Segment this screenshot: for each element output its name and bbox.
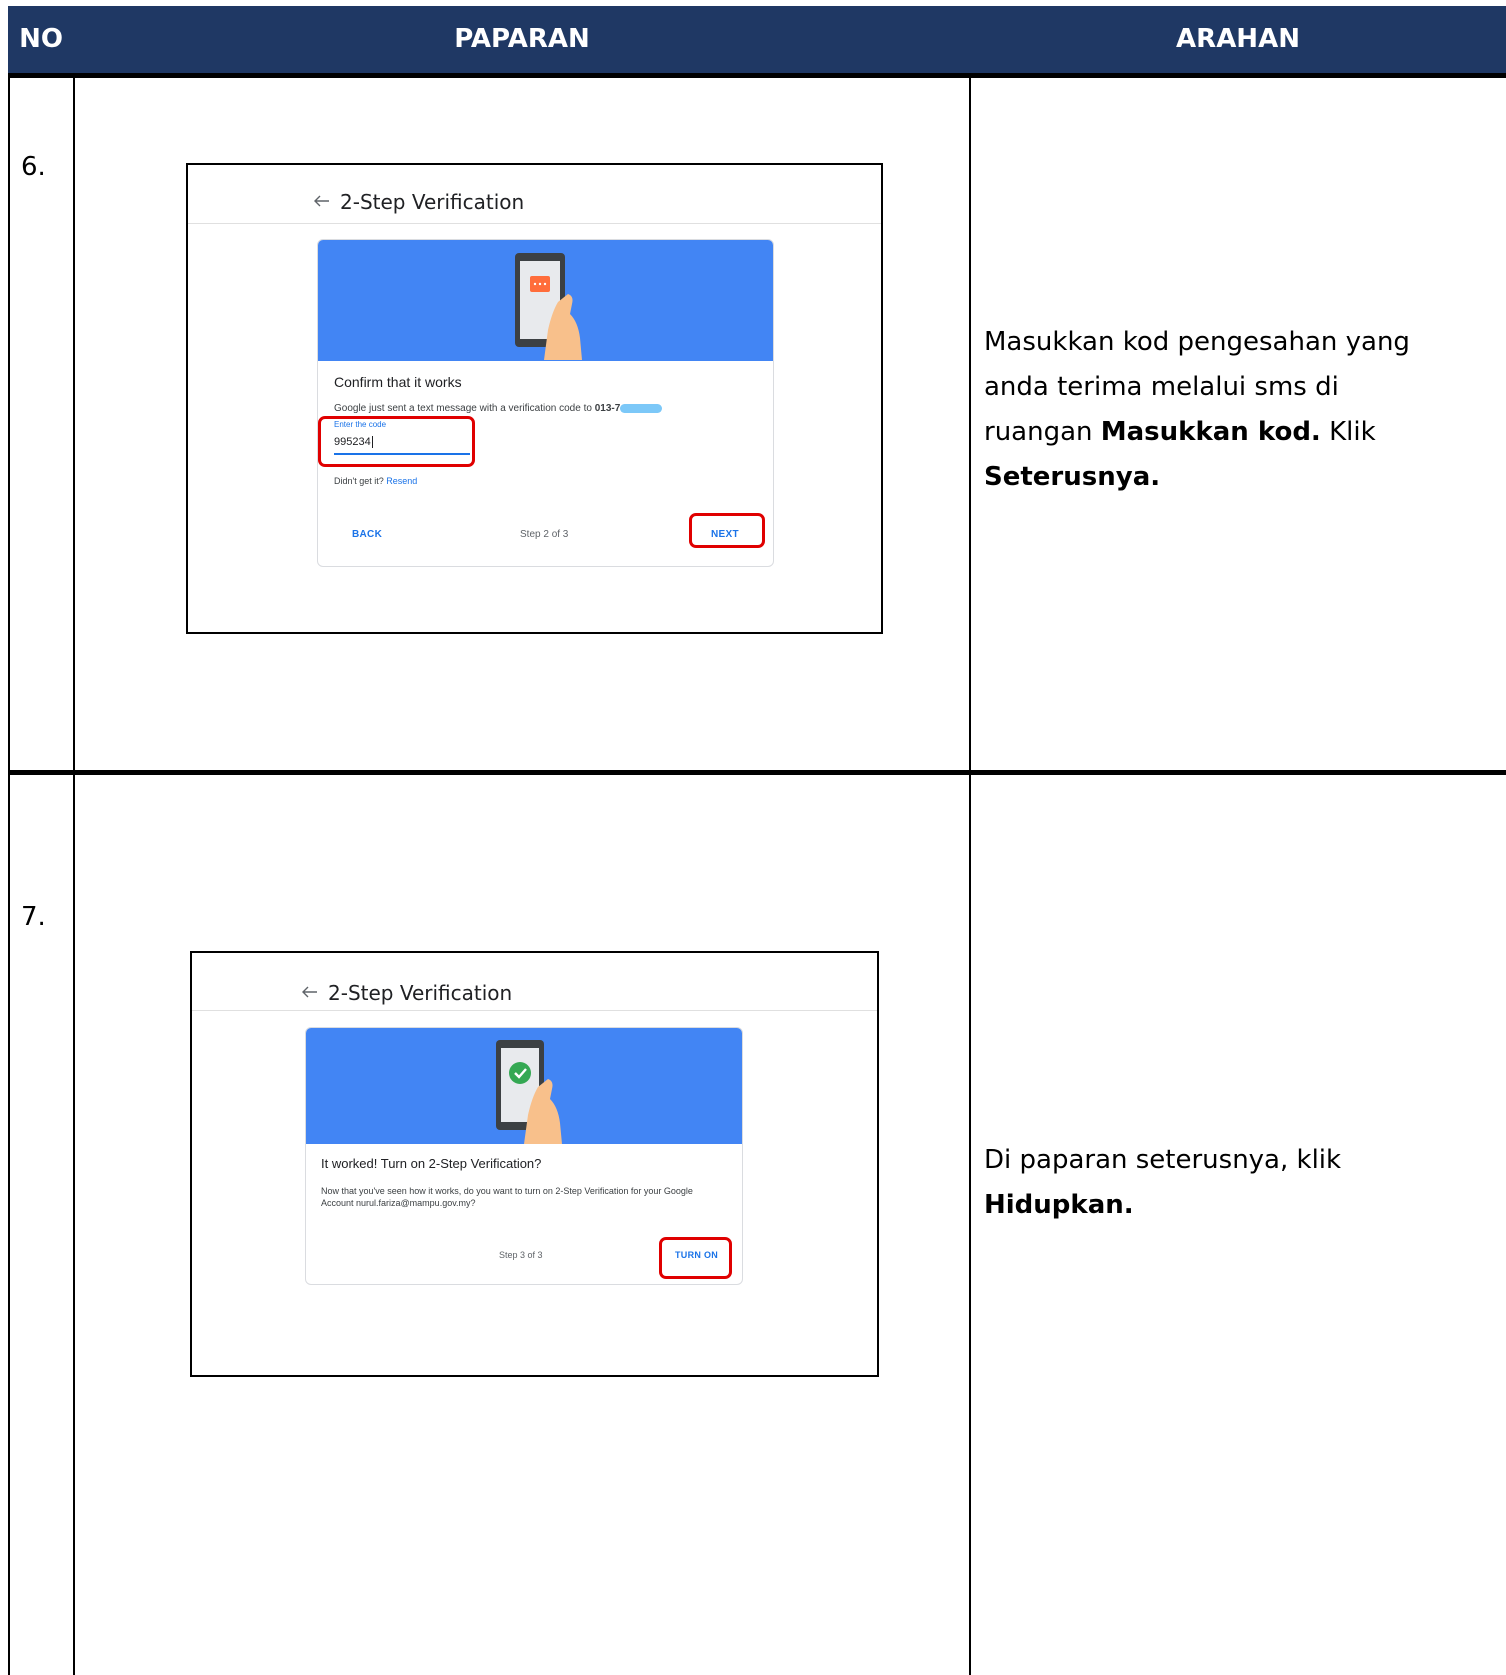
table-header: NO PAPARAN ARAHAN	[8, 6, 1506, 73]
header-underline	[8, 73, 1506, 78]
header-display: PAPARAN	[454, 24, 590, 54]
instruction-table: NO PAPARAN ARAHAN 6. 2-Step Verification	[8, 6, 1506, 1675]
screenshot-topbar	[188, 165, 881, 224]
header-no: NO	[19, 24, 63, 54]
row-number: 7.	[21, 902, 46, 932]
phone-redaction	[620, 404, 662, 413]
page-title: 2-Step Verification	[340, 190, 525, 214]
phone-message-icon	[515, 253, 582, 360]
resend-link[interactable]: Resend	[386, 476, 417, 486]
left-border	[8, 73, 10, 1675]
step-indicator: Step 2 of 3	[520, 529, 569, 540]
header-instruction: ARAHAN	[1176, 24, 1300, 54]
back-arrow-icon	[314, 195, 329, 207]
row-divider	[8, 770, 1506, 775]
code-input-highlight	[318, 416, 475, 467]
back-arrow-icon	[302, 986, 317, 998]
card-title: It worked! Turn on 2-Step Verification?	[321, 1156, 542, 1171]
turn-on-highlight	[659, 1237, 732, 1279]
screenshot-step2: 2-Step Verification Confirm that it work…	[186, 163, 883, 634]
step-indicator: Step 3 of 3	[499, 1250, 543, 1260]
card-title: Confirm that it works	[334, 374, 462, 390]
phone-check-icon	[496, 1040, 562, 1144]
row-number: 6.	[21, 152, 46, 182]
col-divider-1	[73, 73, 75, 1675]
turn-on-message: Now that you've seen how it works, do yo…	[321, 1186, 693, 1208]
sms-message: Google just sent a text message with a v…	[334, 403, 621, 414]
resend-row: Didn't get it? Resend	[334, 476, 418, 486]
screenshot-topbar	[192, 953, 877, 1011]
back-button[interactable]: BACK	[352, 529, 382, 540]
phone-number: 013-7	[594, 403, 621, 414]
instruction-text: Masukkan kod pengesahan yang anda terima…	[984, 327, 1410, 492]
card-banner	[306, 1028, 742, 1144]
card-banner	[318, 240, 773, 361]
instruction-text: Di paparan seterusnya, klik Hidupkan.	[984, 1145, 1342, 1220]
col-divider-2	[969, 73, 971, 1675]
page-title: 2-Step Verification	[328, 981, 513, 1005]
screenshot-step3: 2-Step Verification It worked! Turn on 2…	[190, 951, 879, 1377]
next-button-highlight	[689, 513, 765, 548]
